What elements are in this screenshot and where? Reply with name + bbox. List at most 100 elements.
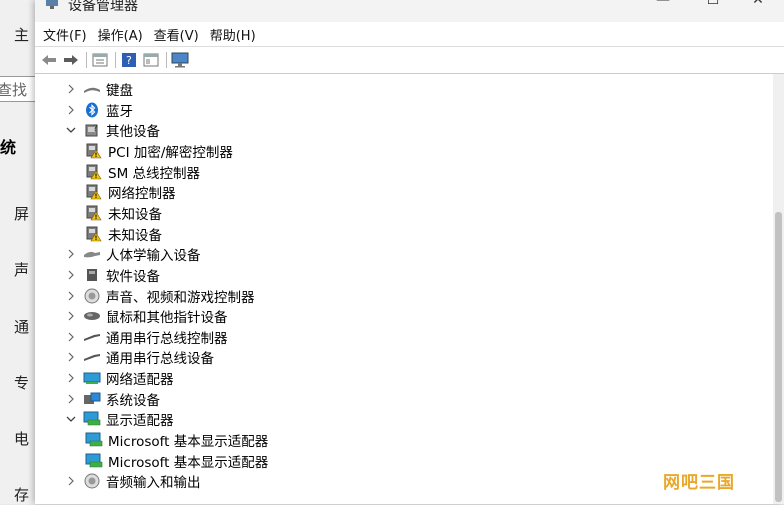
chevron-right-icon[interactable]	[63, 102, 79, 118]
tree-item-label: 软件设备	[106, 268, 160, 285]
bg-label-screen[interactable]: 屏	[14, 203, 29, 224]
tree-category[interactable]: 声音、视频和游戏控制器	[63, 286, 255, 306]
tree-device[interactable]: 未知设备	[85, 203, 162, 223]
tree-item-label: 人体学输入设备	[106, 248, 201, 265]
chevron-down-icon[interactable]	[63, 411, 79, 427]
tree-category[interactable]: 通用串行总线设备	[63, 347, 214, 367]
tree-category[interactable]: 通用串行总线控制器	[63, 327, 228, 347]
tree-device[interactable]: Microsoft 基本显示适配器	[85, 430, 268, 450]
display-adapter-icon	[85, 453, 103, 469]
tree-category[interactable]: 蓝牙	[63, 100, 133, 120]
chevron-right-icon[interactable]	[63, 288, 79, 304]
bg-label-notify[interactable]: 通	[14, 316, 29, 337]
tree-item-label: 蓝牙	[106, 103, 133, 120]
toolbar-divider	[166, 52, 167, 68]
chevron-right-icon[interactable]	[63, 391, 79, 407]
watermark: 网吧三国	[663, 473, 735, 493]
audio-io-icon	[83, 473, 101, 489]
bg-label-storage[interactable]: 存	[14, 484, 29, 505]
menu-bar: 文件(F) 操作(A) 查看(V) 帮助(H)	[35, 22, 784, 47]
speaker-icon	[83, 288, 101, 304]
tree-device[interactable]: 未知设备	[85, 224, 162, 244]
bg-label-power[interactable]: 电	[14, 428, 29, 449]
bg-label-focus[interactable]: 专	[14, 372, 29, 393]
chevron-right-icon[interactable]	[63, 81, 79, 97]
display-adapter-icon	[83, 411, 101, 427]
tree-item-label: 未知设备	[108, 206, 162, 223]
menu-view[interactable]: 查看(V)	[154, 25, 208, 44]
chevron-right-icon[interactable]	[63, 246, 79, 262]
tree-category[interactable]: 音频输入和输出	[63, 471, 201, 491]
maximize-button[interactable]: ☐	[690, 0, 736, 14]
chevron-right-icon[interactable]	[63, 473, 79, 489]
svg-text:?: ?	[93, 124, 98, 134]
unknown-device-icon: ?	[83, 122, 101, 138]
tree-item-label: 键盘	[106, 83, 133, 99]
chevron-right-icon[interactable]	[63, 370, 79, 386]
tree-item-label: 通用串行总线控制器	[106, 330, 228, 347]
tree-category[interactable]: 显示适配器	[63, 409, 174, 429]
network-adapter-icon	[83, 370, 101, 386]
view-icon[interactable]	[141, 50, 161, 70]
vertical-scrollbar[interactable]	[773, 74, 784, 504]
tree-category[interactable]: ? 其他设备	[63, 120, 160, 140]
toolbar: ?	[35, 47, 784, 74]
menu-help[interactable]: 帮助(H)	[210, 25, 265, 44]
tree-item-label: 网络适配器	[106, 372, 174, 389]
tree-item-label: 未知设备	[108, 227, 162, 244]
close-button[interactable]: ✕	[735, 0, 781, 14]
tree-device[interactable]: SM 总线控制器	[85, 162, 200, 182]
tree-category[interactable]: 人体学输入设备	[63, 244, 201, 264]
tree-category[interactable]: 键盘	[63, 79, 133, 99]
warning-device-icon	[85, 164, 103, 180]
tree-item-label: Microsoft 基本显示适配器	[108, 454, 269, 471]
display-adapter-icon	[85, 432, 103, 448]
tree-device[interactable]: PCI 加密/解密控制器	[85, 141, 233, 161]
toolbar-divider	[115, 52, 116, 68]
bg-label-main: 主	[14, 26, 30, 44]
tree-item-label: SM 总线控制器	[108, 165, 201, 182]
bg-section-title: 统	[0, 138, 17, 157]
bg-search-box[interactable]: 查找设	[0, 76, 38, 102]
scrollbar-thumb[interactable]	[775, 212, 782, 502]
svg-text:?: ?	[126, 54, 132, 67]
chevron-right-icon[interactable]	[63, 308, 79, 324]
chevron-right-icon[interactable]	[63, 267, 79, 283]
warning-device-icon	[85, 143, 103, 159]
tree-item-label: 通用串行总线设备	[106, 351, 214, 368]
window-title: 设备管理器	[68, 0, 138, 14]
software-device-icon	[83, 267, 101, 283]
usb-icon	[83, 329, 101, 345]
tree-item-label: 鼠标和其他指针设备	[106, 310, 228, 327]
device-manager-icon	[46, 0, 58, 9]
monitor-icon[interactable]	[170, 50, 190, 70]
title-bar[interactable]: 设备管理器 — ☐ ✕	[35, 0, 784, 22]
chevron-down-icon[interactable]	[63, 122, 79, 138]
back-icon[interactable]	[39, 50, 59, 70]
tree-item-label: 其他设备	[106, 124, 160, 141]
tree-category[interactable]: 鼠标和其他指针设备	[63, 306, 228, 326]
bg-label-sound[interactable]: 声	[14, 259, 29, 280]
tree-category[interactable]: 软件设备	[63, 265, 160, 285]
properties-icon[interactable]	[90, 50, 110, 70]
tree-category[interactable]: 网络适配器	[63, 368, 174, 388]
forward-icon[interactable]	[61, 50, 81, 70]
tree-category[interactable]: 系统设备	[63, 389, 160, 409]
tree-item-label: Microsoft 基本显示适配器	[108, 434, 269, 451]
tree-item-label: 网络控制器	[108, 186, 176, 203]
help-icon[interactable]: ?	[119, 50, 139, 70]
chevron-right-icon[interactable]	[63, 349, 79, 365]
tree-device[interactable]: 网络控制器	[85, 182, 176, 202]
device-manager-window: 设备管理器 — ☐ ✕ 文件(F) 操作(A) 查看(V) 帮助(H) ? 键盘…	[35, 0, 784, 504]
mouse-icon	[83, 308, 101, 324]
chevron-right-icon[interactable]	[63, 329, 79, 345]
minimize-button[interactable]: —	[640, 0, 686, 14]
menu-action[interactable]: 操作(A)	[98, 25, 152, 44]
system-device-icon	[83, 391, 101, 407]
usb-icon	[83, 349, 101, 365]
tree-item-label: 系统设备	[106, 392, 160, 409]
bluetooth-icon	[83, 102, 101, 118]
menu-file[interactable]: 文件(F)	[43, 25, 96, 44]
tree-item-label: 音频输入和输出	[106, 475, 201, 492]
tree-device[interactable]: Microsoft 基本显示适配器	[85, 451, 268, 471]
